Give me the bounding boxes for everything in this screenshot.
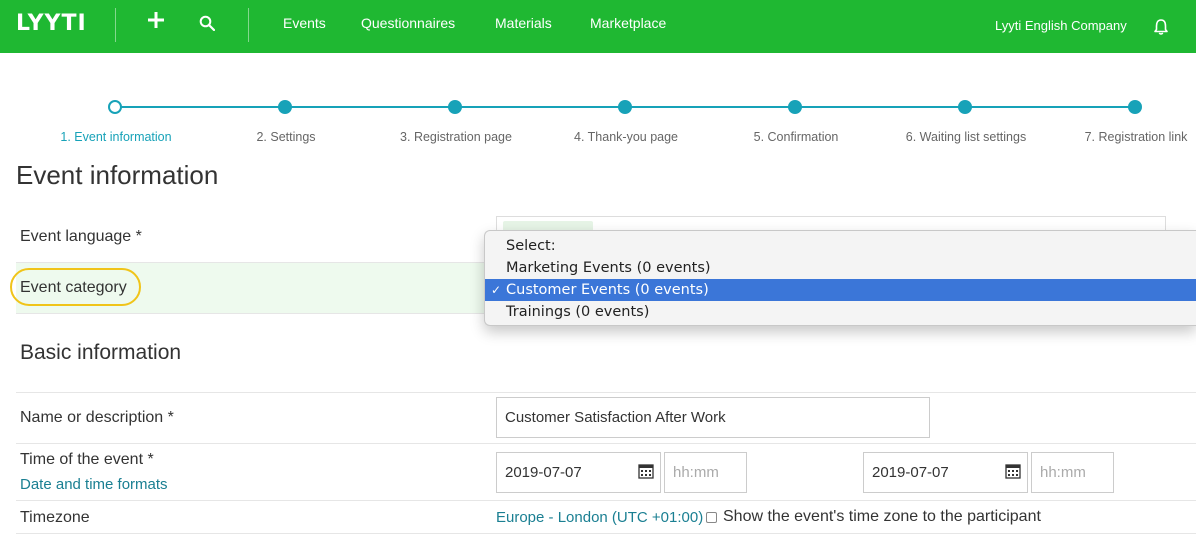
calendar-icon[interactable] — [1005, 463, 1021, 479]
bell-icon[interactable] — [1152, 18, 1170, 36]
name-label: Name or description * — [20, 409, 174, 426]
option-label: Select: — [506, 238, 556, 254]
page-title: Event information — [16, 160, 219, 190]
nav-events[interactable]: Events — [283, 15, 326, 31]
show-timezone-checkbox[interactable] — [706, 512, 717, 523]
step-label-thank-you-page[interactable]: 4. Thank-you page — [574, 130, 678, 144]
step-label-waiting-list[interactable]: 6. Waiting list settings — [906, 130, 1026, 144]
step-dot-7[interactable] — [1128, 100, 1142, 114]
step-dot-2[interactable] — [278, 100, 292, 114]
timezone-link[interactable]: Europe - London (UTC +01:00) — [496, 509, 703, 526]
plus-icon[interactable] — [147, 11, 165, 29]
step-label-registration-link[interactable]: 7. Registration link — [1085, 130, 1188, 144]
timezone-label: Timezone — [20, 509, 90, 526]
end-time-input[interactable] — [1031, 452, 1114, 493]
option-label: Marketing Events (0 events) — [506, 260, 711, 276]
nav-divider — [248, 8, 249, 42]
step-dot-3[interactable] — [448, 100, 462, 114]
highlight-annotation — [10, 268, 141, 306]
lyyti-logo[interactable]: LYYTI — [16, 11, 87, 36]
step-dot-5[interactable] — [788, 100, 802, 114]
name-input[interactable] — [496, 397, 930, 438]
calendar-icon[interactable] — [638, 463, 654, 479]
category-option-select[interactable]: Select: — [485, 235, 1196, 257]
step-dot-6[interactable] — [958, 100, 972, 114]
checkmark-icon: ✓ — [491, 283, 502, 297]
time-label: Time of the event * — [20, 451, 154, 468]
step-dot-1[interactable] — [108, 100, 122, 114]
category-option-marketing-events[interactable]: Marketing Events (0 events) — [485, 257, 1196, 279]
step-label-event-information[interactable]: 1. Event information — [60, 130, 171, 144]
date-time-formats-link[interactable]: Date and time formats — [20, 476, 168, 493]
nav-materials[interactable]: Materials — [495, 15, 552, 31]
step-dot-4[interactable] — [618, 100, 632, 114]
event-category-dropdown[interactable]: Select: Marketing Events (0 events) ✓ Cu… — [484, 230, 1196, 326]
event-language-label: Event language * — [20, 228, 142, 245]
nav-marketplace[interactable]: Marketplace — [590, 15, 666, 31]
top-navigation-bar: LYYTI Events Questionnaires Materials Ma… — [0, 0, 1196, 53]
step-label-registration-page[interactable]: 3. Registration page — [400, 130, 512, 144]
company-name[interactable]: Lyyti English Company — [995, 18, 1127, 33]
end-date-input[interactable] — [863, 452, 1028, 493]
basic-information-title: Basic information — [20, 341, 182, 364]
start-date-input[interactable] — [496, 452, 661, 493]
step-label-settings[interactable]: 2. Settings — [256, 130, 315, 144]
option-label: Customer Events (0 events) — [506, 282, 709, 298]
start-time-input[interactable] — [664, 452, 747, 493]
category-option-trainings[interactable]: Trainings (0 events) — [485, 301, 1196, 323]
show-timezone-label: Show the event's time zone to the partic… — [723, 508, 1041, 525]
category-option-customer-events[interactable]: ✓ Customer Events (0 events) — [485, 279, 1196, 301]
option-label: Trainings (0 events) — [506, 304, 650, 320]
nav-questionnaires[interactable]: Questionnaires — [361, 15, 455, 31]
step-label-confirmation[interactable]: 5. Confirmation — [754, 130, 839, 144]
nav-divider — [115, 8, 116, 42]
search-icon[interactable] — [199, 15, 215, 31]
